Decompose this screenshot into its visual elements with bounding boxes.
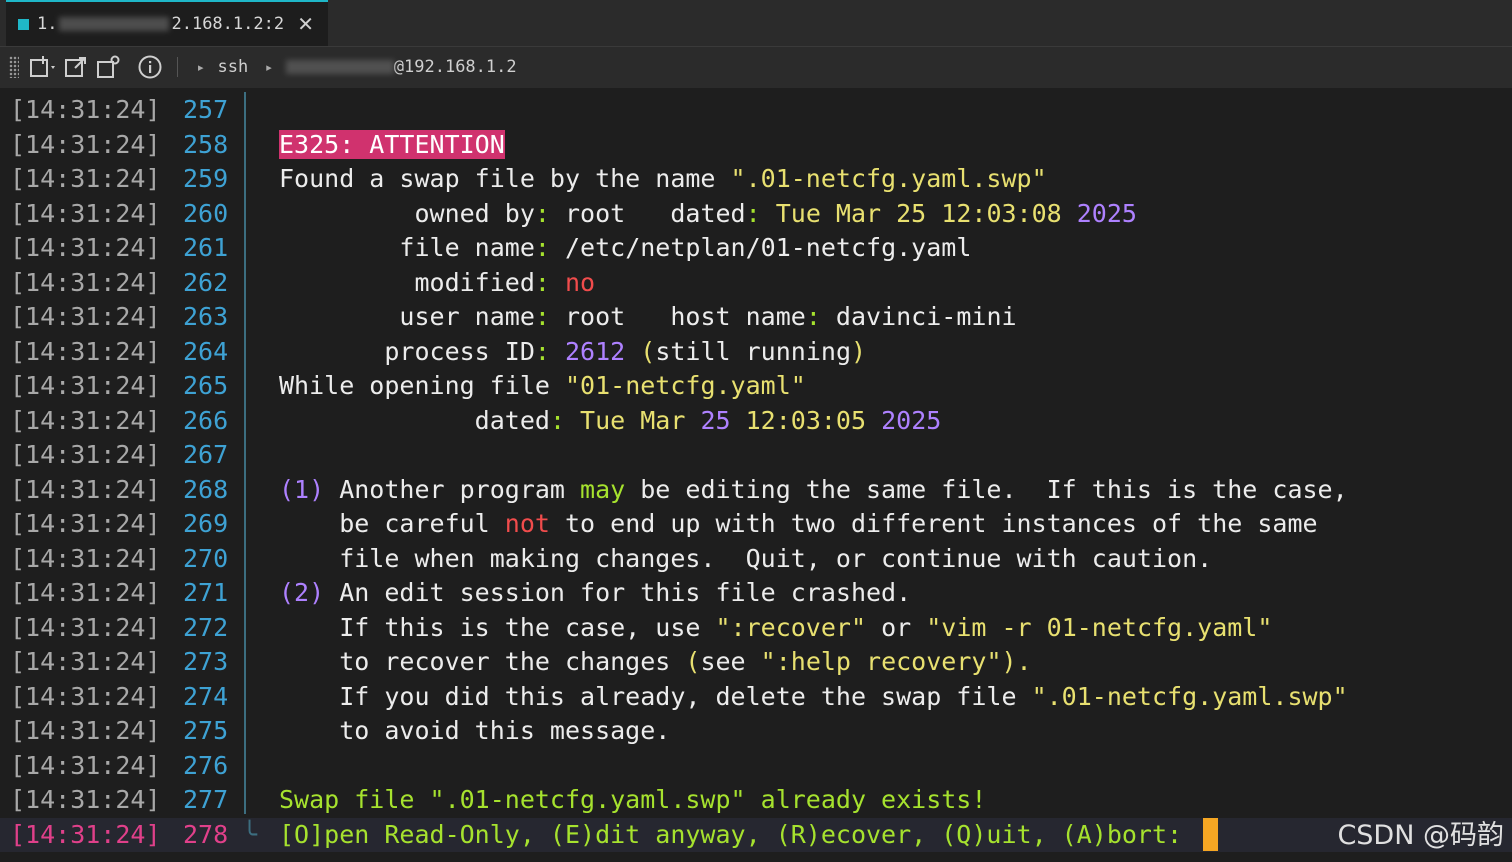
breadcrumb-ssh[interactable]: ssh [218,57,249,77]
detach-session-icon[interactable] [61,52,91,82]
terminal-line: [14:31:24] 272 If this is the case, use "… [10,612,1273,642]
terminal-line: [14:31:24] 262 modified: no [10,267,596,297]
terminal-line: [14:31:24] 269 be careful not to end up w… [10,509,1318,538]
text-cursor[interactable] [1203,817,1219,851]
info-icon[interactable] [135,52,165,82]
terminal-line: [14:31:24] 264 process ID: 2612 (still ru… [10,336,867,366]
terminal-line: [14:31:24] 263 user name: root host name:… [10,302,1017,331]
terminal-line: [14:31:24] 273 to recover the changes (se… [10,647,1032,676]
terminal-prompt-line[interactable]: [14:31:24] 278 ╰ [O]pen Read-Only, (E)dit a… [0,817,1512,852]
terminal-line: [14:31:24] 274 If you did this already, d… [10,681,1348,711]
terminal-line: [14:31:24] 260 owned by: root dated: Tue … [10,198,1137,228]
recovery-prompt: [O]pen Read-Only, (E)dit anyway, (R)ecov… [279,819,1198,849]
terminal-line: [14:31:24] 270 file when making changes. … [10,543,1213,573]
breadcrumb-arrow-icon: ▸ [198,60,204,74]
toolbar: ▸ ssh ▸ @192.168.1.2 [0,47,1512,87]
terminal-line: [14:31:24] 267 [10,440,229,469]
new-session-icon[interactable] [29,52,59,82]
error-attention: E325: ATTENTION [279,129,505,159]
terminal-line: [14:31:24] 268 (1) Another program may be … [10,474,1348,504]
duplicate-session-icon[interactable] [93,52,123,82]
terminal-line: [14:31:24] 271 (2) An edit session for thi… [10,578,912,607]
terminal-line: [14:31:24] 266 dated: Tue Mar 25 12:03:05… [10,405,942,435]
terminal-line: [14:31:24] 258 E325: ATTENTION [10,129,505,159]
close-tab-icon[interactable]: ✕ [297,12,314,36]
tab-title: 1. 2.168.1.2:2 [37,14,285,34]
tab-bar: 1. 2.168.1.2:2 ✕ [0,0,1512,47]
breadcrumb-arrow-icon: ▸ [266,60,272,74]
terminal-line: [14:31:24] 261 file name: /etc/netplan/01… [10,233,972,262]
terminal-line: [14:31:24] 265 While opening file "01-netc… [10,371,806,400]
swap-exists-message: Swap file ".01-netcfg.yaml.swp" already … [279,785,987,814]
terminal-line: [14:31:24] 276 [10,750,229,780]
redacted-username [285,60,394,74]
terminal-line: [14:31:24] 275 to avoid this message. [10,716,671,745]
terminal-line: [14:31:24] 259 Found a swap file by the na… [10,164,1047,193]
terminal-line: [14:31:24] 257 [10,95,229,124]
toolbar-grip-icon[interactable] [9,56,19,78]
watermark: CSDN @码韵 [1337,820,1504,851]
redacted-username [59,17,170,31]
toolbar-divider [177,57,178,77]
session-tab[interactable]: 1. 2.168.1.2:2 ✕ [6,0,328,46]
terminal-output[interactable]: [14:31:24] 257 [14:31:24] 258 E325: ATTENTI… [0,88,1512,862]
terminal-line: [14:31:24] 277 Swap file ".01-netcfg.yaml.… [0,783,1512,818]
breadcrumb-host[interactable]: @192.168.1.2 [285,57,517,77]
session-status-icon [18,18,29,30]
gutter-hook: ╰ [242,819,258,849]
